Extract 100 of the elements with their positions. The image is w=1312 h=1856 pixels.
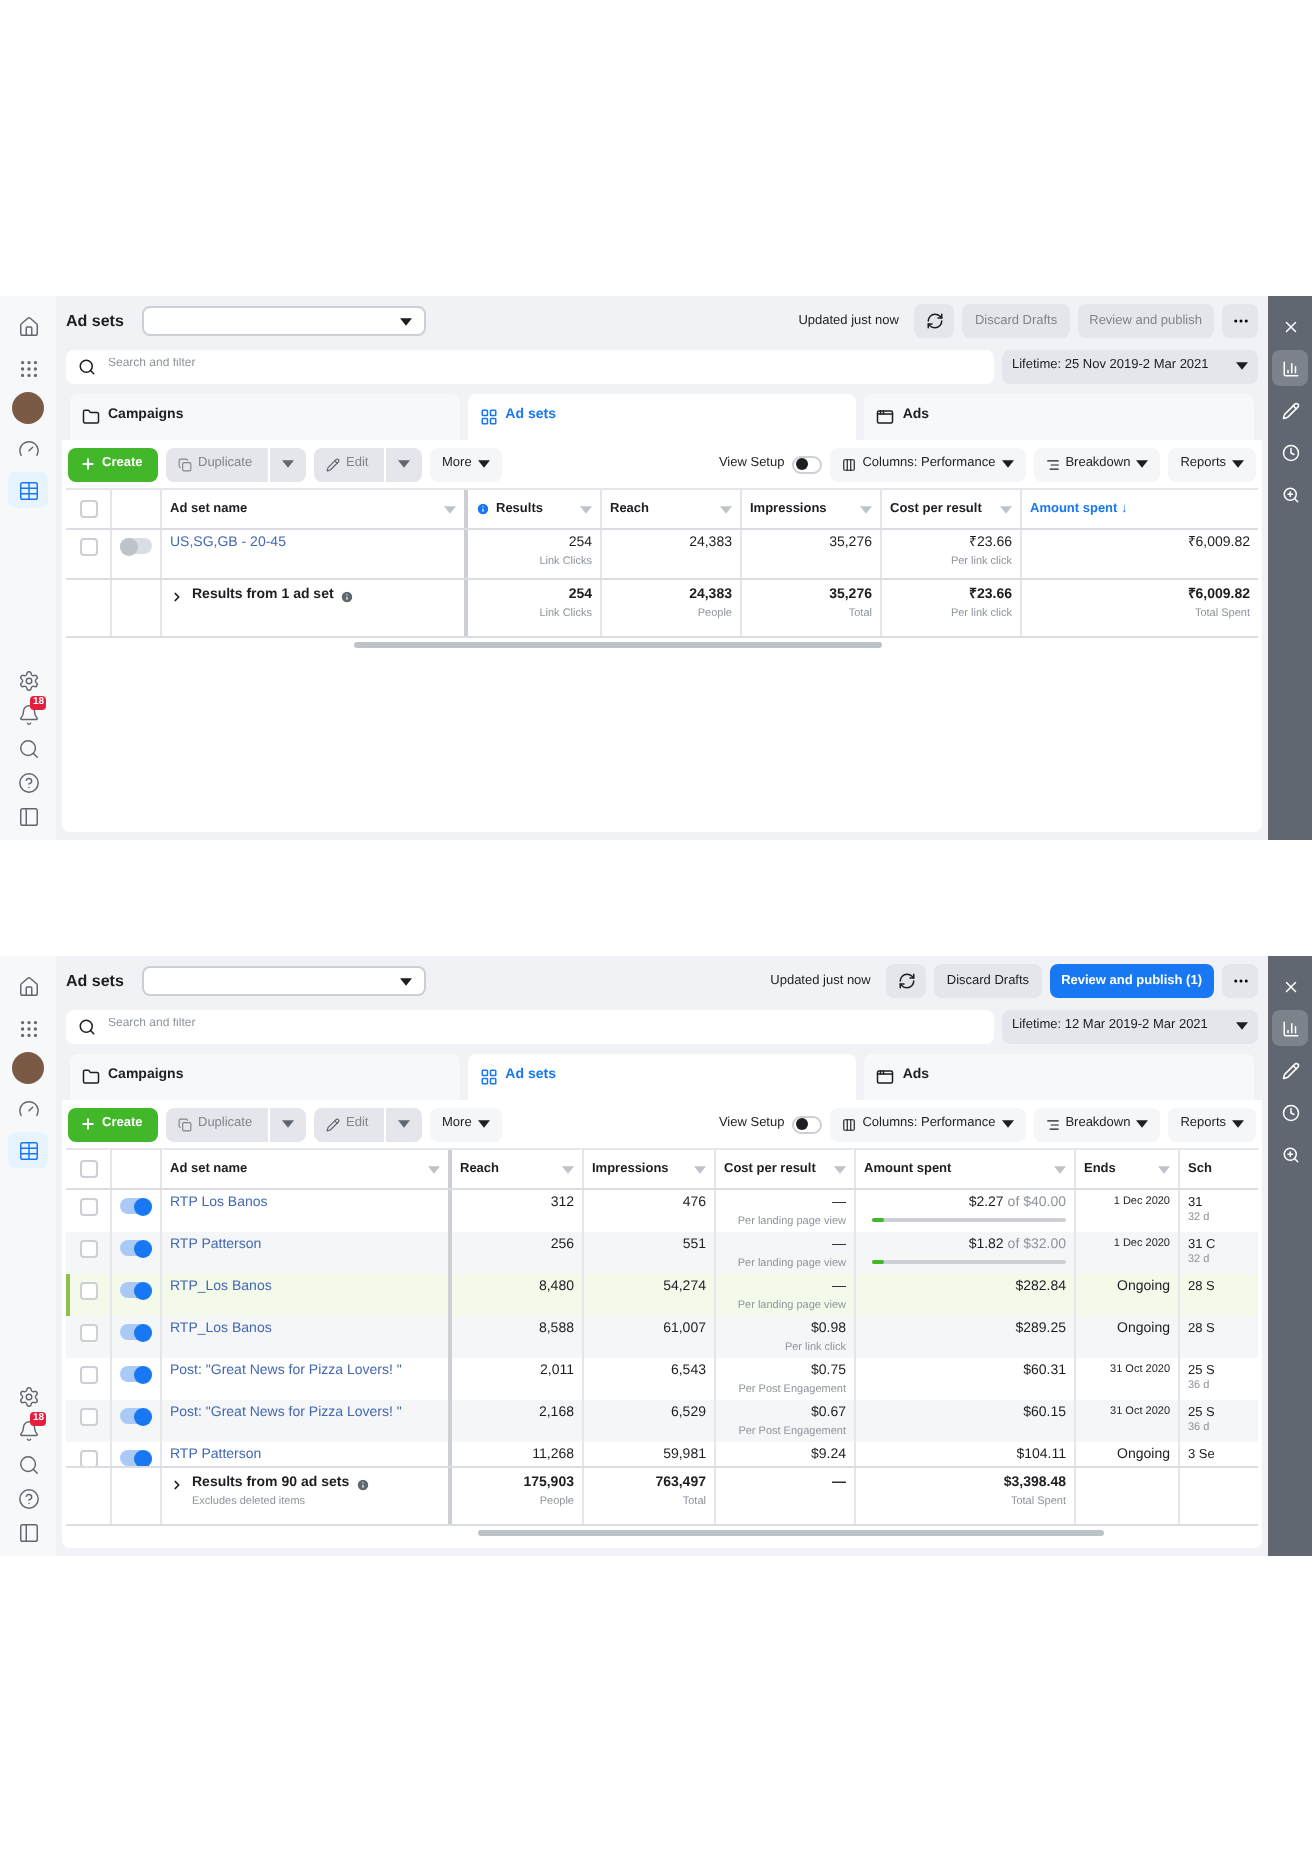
- bell-icon: [17, 703, 39, 725]
- caret-icon: [860, 505, 872, 513]
- row-toggle[interactable]: [120, 538, 152, 554]
- caret-icon: [1236, 362, 1248, 370]
- bell-icon: [17, 1419, 39, 1441]
- caret-icon: [282, 1120, 294, 1128]
- grid-icon: [17, 357, 39, 379]
- grid-icon: [17, 1017, 39, 1039]
- caret-icon: [834, 1165, 846, 1173]
- folder-icon: [82, 408, 100, 426]
- avatar[interactable]: [12, 1052, 44, 1084]
- help-icon: [17, 1487, 39, 1509]
- breakdown-icon: [1045, 457, 1060, 471]
- expand-icon[interactable]: [170, 1478, 184, 1492]
- row-toggle[interactable]: [120, 1366, 152, 1382]
- home-icon: [17, 975, 39, 997]
- table-button[interactable]: [8, 1132, 48, 1168]
- row-checkbox[interactable]: [79, 1366, 97, 1384]
- caret-icon: [398, 1120, 410, 1128]
- columns-icon: [842, 457, 857, 471]
- table-icon: [17, 1139, 39, 1161]
- table-button[interactable]: [8, 472, 48, 508]
- pencil-icon: [1281, 401, 1299, 419]
- clock-icon: [1281, 1103, 1299, 1121]
- row-toggle[interactable]: [120, 1450, 152, 1466]
- caret-icon: [562, 1165, 574, 1173]
- caret-icon: [1136, 1120, 1149, 1128]
- caret-icon: [398, 460, 410, 468]
- sidebar-icon: [17, 805, 39, 827]
- folder-icon: [82, 1068, 100, 1086]
- bar-chart-button[interactable]: [1272, 350, 1308, 386]
- info-icon: [339, 589, 354, 604]
- close-icon: [1281, 977, 1299, 995]
- close-icon: [1281, 317, 1299, 335]
- refresh-button[interactable]: [886, 964, 927, 998]
- select-all-checkbox[interactable]: [79, 500, 97, 518]
- row-toggle[interactable]: [120, 1240, 152, 1256]
- page-title: Ad sets: [66, 971, 126, 991]
- caret-icon: [580, 505, 592, 513]
- expand-icon[interactable]: [170, 590, 184, 604]
- bar-chart-icon: [1281, 1019, 1299, 1037]
- copy-icon: [178, 1117, 192, 1131]
- copy-icon: [178, 457, 192, 471]
- grid-icon: [479, 1068, 498, 1086]
- clock-icon: [1281, 443, 1299, 461]
- row-checkbox[interactable]: [79, 538, 97, 556]
- row-checkbox[interactable]: [79, 1450, 97, 1466]
- bar-chart-icon: [1281, 359, 1299, 377]
- row-toggle[interactable]: [120, 1282, 152, 1298]
- caret-icon: [1054, 1165, 1066, 1173]
- columns-icon: [842, 1117, 857, 1131]
- scrollbar[interactable]: [478, 1530, 1104, 1536]
- scrollbar[interactable]: [354, 642, 882, 648]
- caret-icon: [477, 1120, 490, 1128]
- help-icon: [17, 771, 39, 793]
- caret-icon: [1001, 1120, 1014, 1128]
- breakdown-icon: [1045, 1117, 1060, 1131]
- caret-icon: [1236, 1022, 1248, 1030]
- bar-chart-button[interactable]: [1272, 1010, 1308, 1046]
- caret-icon: [720, 505, 732, 513]
- caret-icon: [400, 977, 412, 985]
- more-button[interactable]: [1222, 304, 1258, 338]
- caret-icon: [1001, 460, 1014, 468]
- table-icon: [17, 479, 39, 501]
- caret-icon: [1232, 1120, 1244, 1128]
- row-checkbox[interactable]: [79, 1324, 97, 1342]
- gauge-icon: [17, 437, 39, 459]
- row-toggle[interactable]: [120, 1324, 152, 1340]
- caret-icon: [400, 317, 412, 325]
- avatar[interactable]: [12, 392, 44, 424]
- search-icon: [17, 1453, 39, 1475]
- plus-icon: [80, 456, 96, 472]
- row-checkbox[interactable]: [79, 1282, 97, 1300]
- grid-icon: [479, 408, 498, 426]
- search-icon: [17, 737, 39, 759]
- row-toggle[interactable]: [120, 1198, 152, 1214]
- row-checkbox[interactable]: [79, 1408, 97, 1426]
- caret-icon: [444, 505, 456, 513]
- row-checkbox[interactable]: [79, 1240, 97, 1258]
- select-all-checkbox[interactable]: [79, 1160, 97, 1178]
- row-toggle[interactable]: [120, 1408, 152, 1424]
- caret-icon: [1000, 505, 1012, 513]
- caret-icon: [1158, 1165, 1170, 1173]
- view-setup-toggle[interactable]: [792, 455, 823, 473]
- caret-icon: [1136, 460, 1149, 468]
- caret-icon: [694, 1165, 706, 1173]
- search-icon: [78, 357, 96, 375]
- view-setup-toggle[interactable]: [792, 1115, 823, 1133]
- settings-icon: [17, 669, 39, 691]
- pencil-icon: [326, 1117, 340, 1131]
- zoom-icon: [1281, 485, 1299, 503]
- caret-icon: [282, 460, 294, 468]
- more-button[interactable]: [1222, 964, 1258, 998]
- home-icon: [17, 315, 39, 337]
- refresh-button[interactable]: [914, 304, 955, 338]
- pencil-icon: [326, 457, 340, 471]
- search-icon: [78, 1017, 96, 1035]
- plus-icon: [80, 1116, 96, 1132]
- row-checkbox[interactable]: [79, 1198, 97, 1216]
- page-title: Ad sets: [66, 311, 126, 331]
